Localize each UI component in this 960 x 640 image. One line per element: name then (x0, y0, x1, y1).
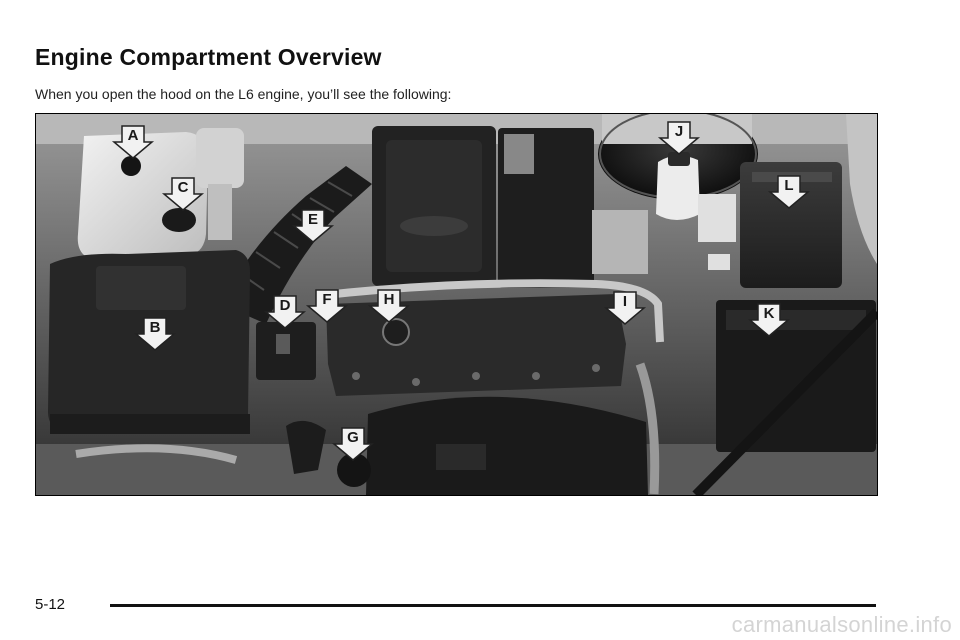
intro-text: When you open the hood on the L6 engine,… (35, 86, 452, 102)
svg-text:E: E (308, 211, 318, 228)
svg-text:K: K (764, 305, 775, 322)
svg-text:F: F (322, 291, 331, 308)
svg-text:J: J (675, 123, 683, 140)
svg-text:D: D (280, 297, 291, 314)
svg-text:L: L (784, 177, 793, 194)
svg-text:C: C (178, 179, 189, 196)
svg-text:A: A (128, 127, 139, 144)
page-title: Engine Compartment Overview (35, 44, 382, 70)
svg-text:G: G (347, 429, 359, 446)
svg-text:I: I (623, 293, 627, 310)
page-number: 5-12 (35, 596, 66, 613)
watermark[interactable]: carmanualsonline.info (732, 612, 952, 638)
footer-rule (110, 604, 876, 607)
engine-compartment-photo: A B C D E F G H I J K L (35, 113, 878, 496)
svg-text:H: H (384, 291, 395, 308)
svg-text:B: B (150, 319, 161, 336)
